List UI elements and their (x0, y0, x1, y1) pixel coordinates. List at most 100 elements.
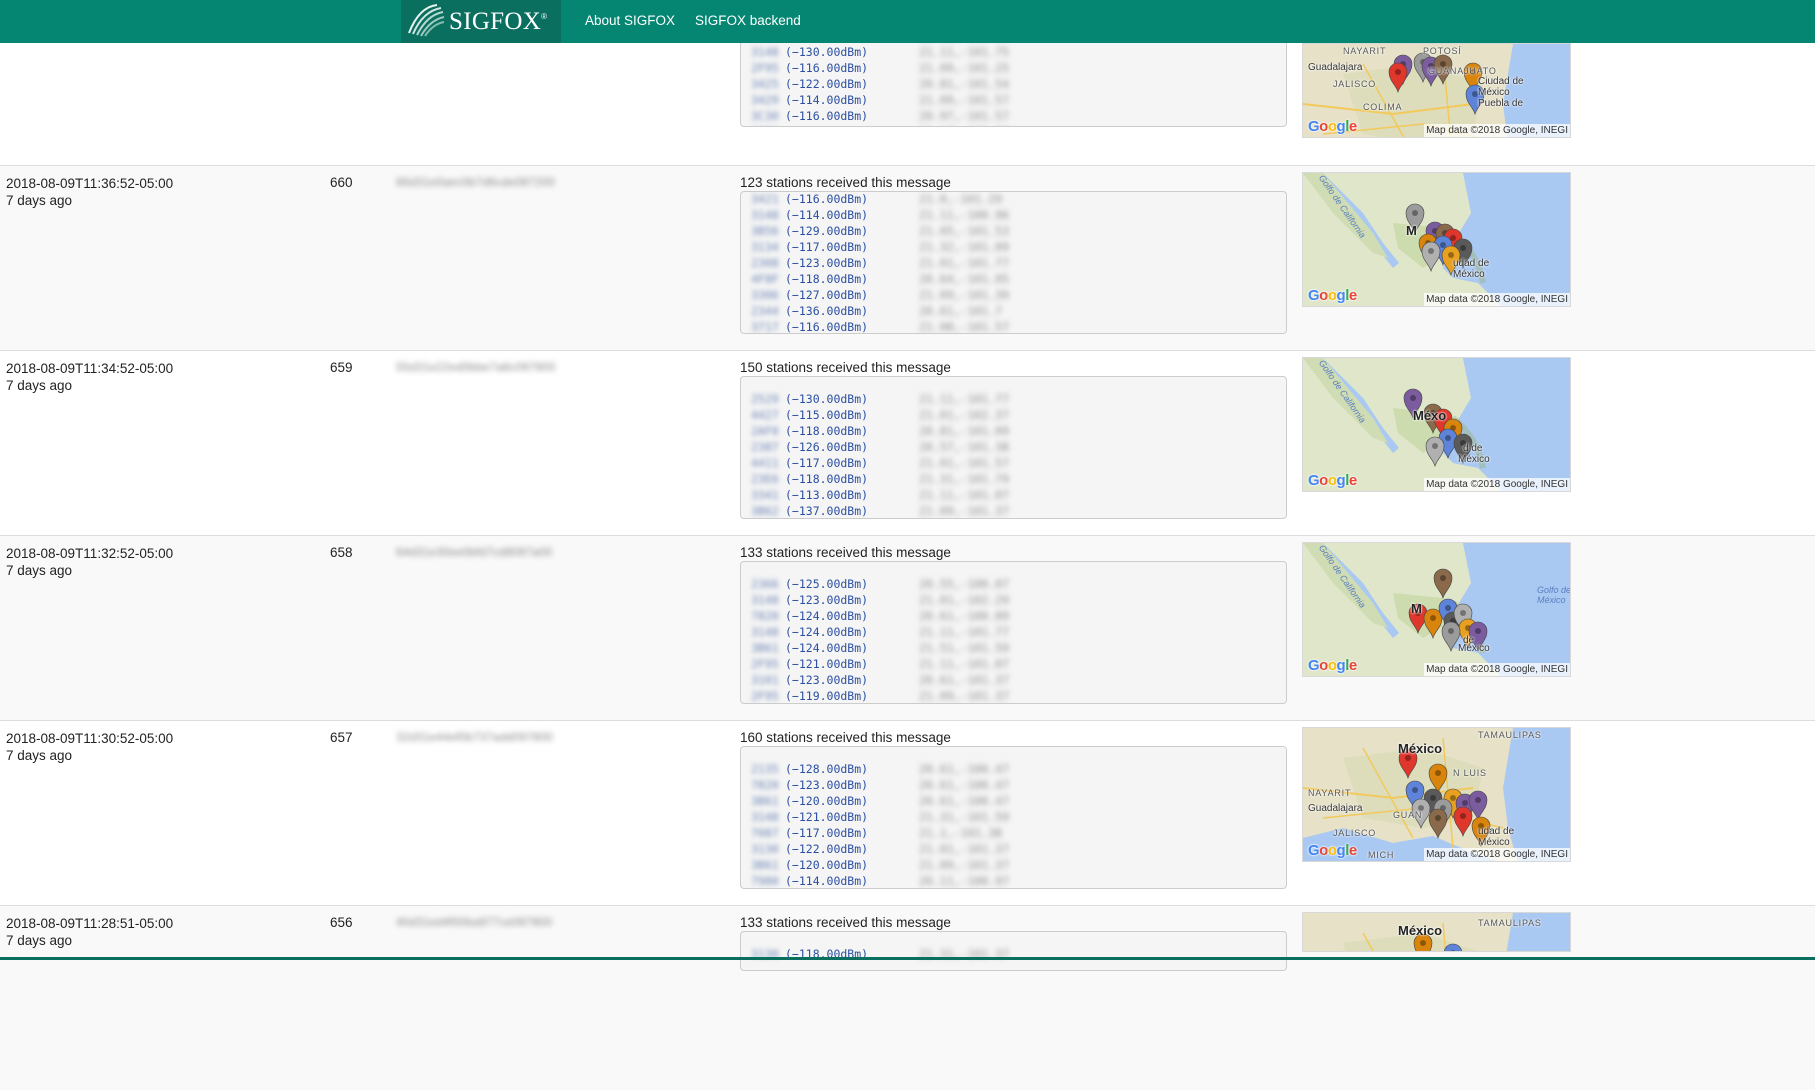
station-id: 3101 (751, 673, 779, 687)
station-rssi: (−118.00dBm) (785, 424, 869, 438)
google-logo-letter: o (1319, 287, 1328, 304)
map-attribution[interactable]: Map data ©2018 Google, INEGI (1424, 848, 1570, 861)
stations-list-box[interactable]: 2366 (−125.00dBm) 20.55,-100.07 3148 (−123.0… (740, 561, 1287, 704)
map-attribution[interactable]: Map data ©2018 Google, INEGI (1424, 663, 1570, 676)
station-coordinates: 21.08,-101.57 (919, 320, 1010, 334)
station-id: 2387 (751, 440, 779, 454)
map-place-label: Puebla de (1478, 98, 1524, 109)
station-rssi: (−113.00dBm) (785, 488, 869, 502)
map-place-label: udad de (1478, 826, 1515, 837)
map-place-label: Ciudad de (1478, 76, 1524, 87)
google-logo[interactable]: Google (1308, 657, 1357, 674)
google-logo-letter: g (1336, 287, 1346, 304)
station-entry: 3B61 (−120.00dBm) 21.09,-101.37 (741, 857, 1286, 873)
station-id: 3148 (751, 208, 779, 222)
station-coordinates: 21.11,-101.77 (919, 392, 1010, 406)
station-rssi: (−114.00dBm) (785, 208, 869, 222)
nav-about-sigfox[interactable]: About SIGFOX (585, 13, 675, 28)
station-map[interactable]: Golfo de California Mudad de México Google M… (1302, 172, 1571, 307)
map-place-label: d de (1463, 443, 1483, 454)
station-id: 3B61 (751, 858, 779, 872)
google-logo-letter: o (1327, 657, 1337, 674)
map-place-label: POTOSÍ (1423, 46, 1462, 56)
station-map[interactable]: NAYARIT POTOSÍ Guadalajara GUANAJUATO JALISC… (1302, 43, 1571, 138)
google-logo-letter: g (1336, 118, 1346, 135)
station-entry: 3148 (−124.00dBm) 21.11,-101.77 (741, 624, 1286, 640)
station-id: 7820 (751, 778, 779, 792)
station-rssi: (−117.00dBm) (785, 456, 869, 470)
station-id: 3DF1 (751, 124, 779, 126)
station-entry: 3717 (−116.00dBm) 21.08,-101.57 (741, 319, 1286, 334)
station-rssi: (−136.00dBm) (785, 304, 869, 318)
station-map[interactable]: México TAMAULIPAS NAYARIT N LUIS Guadalajara… (1302, 727, 1571, 862)
stations-list-box[interactable]: 3421 (−116.00dBm) 21.0,-101.29 3148 (−114.00… (740, 191, 1287, 334)
message-timestamp: 2018-08-09T11:30:52-05:00 (6, 731, 174, 746)
map-place-label: Guadalajara (1308, 62, 1363, 73)
station-entry: 2F95 (−121.00dBm) 21.11,-101.07 (741, 656, 1286, 672)
station-id: 2529 (751, 392, 779, 406)
map-place-label: TAMAULIPAS (1478, 918, 1542, 928)
stations-count-label: 150 stations received this message (740, 360, 951, 375)
station-rssi: (−122.00dBm) (785, 77, 869, 91)
station-coordinates: 21.31,-101.79 (919, 472, 1010, 486)
station-coordinates: 21.09,-101.25 (919, 61, 1010, 75)
station-rssi: (−123.00dBm) (785, 593, 869, 607)
station-entry: 2308 (−123.00dBm) 21.01,-101.77 (741, 255, 1286, 271)
station-map[interactable]: Golfo de California Golfo de México Mde Méxi… (1302, 542, 1571, 677)
stations-list-box[interactable]: 3130 (−118.00dBm) 21.31,-101.37 (740, 931, 1287, 971)
station-id: 4427 (751, 408, 779, 422)
map-place-label: NAYARIT (1308, 788, 1352, 798)
station-coordinates: 21.09,-101.57 (919, 93, 1010, 107)
map-place-label: M (1406, 223, 1417, 238)
station-coordinates: 20.97,-101.57 (919, 109, 1010, 123)
google-logo-letter: G (1308, 118, 1320, 135)
station-rssi: (−121.00dBm) (785, 657, 869, 671)
sequence-number: 659 (330, 360, 353, 375)
payload-data: 64d31e30ee0bfd7cd8097a00 (396, 545, 553, 559)
station-entry: 3101 (−123.00dBm) 20.61,-101.37 (741, 672, 1286, 688)
map-place-label: México (1458, 643, 1490, 654)
google-logo-letter: e (1348, 657, 1357, 674)
station-entry: 4427 (−115.00dBm) 21.01,-102.37 (741, 407, 1286, 423)
station-rssi: (−116.00dBm) (785, 61, 869, 75)
station-rssi: (−114.00dBm) (785, 124, 868, 126)
map-attribution[interactable]: Map data ©2018 Google, INEGI (1424, 293, 1570, 306)
brand-logo-link[interactable]: SIGFOX ® (401, 0, 561, 43)
station-entry: 2366 (−125.00dBm) 20.55,-100.07 (741, 576, 1286, 592)
station-id: 4F8F (751, 272, 779, 286)
station-rssi: (−129.00dBm) (785, 224, 869, 238)
station-coordinates: 20.61,-100.47 (919, 778, 1010, 792)
station-entry: 3421 (−116.00dBm) 21.0,-101.29 (741, 192, 1286, 207)
google-logo[interactable]: Google (1308, 118, 1357, 135)
google-logo-letter: G (1308, 287, 1320, 304)
station-id: 3341 (751, 488, 779, 502)
google-logo[interactable]: Google (1308, 287, 1357, 304)
google-logo[interactable]: Google (1308, 842, 1357, 859)
google-logo-letter: o (1319, 657, 1328, 674)
map-place-label: México (1398, 923, 1443, 938)
station-map[interactable]: México TAMAULIPAS (1302, 912, 1571, 952)
stations-list-box[interactable]: 2529 (−130.00dBm) 21.11,-101.77 4427 (−115.0… (740, 376, 1287, 519)
stations-list-box[interactable]: 2135 (−128.00dBm) 20.61,-100.47 7820 (−123.0… (740, 746, 1287, 889)
nav-sigfox-backend[interactable]: SIGFOX backend (695, 13, 801, 28)
map-attribution[interactable]: Map data ©2018 Google, INEGI (1424, 478, 1570, 491)
station-rssi: (−122.00dBm) (785, 842, 869, 856)
station-id: 3421 (751, 192, 779, 206)
message-timestamp: 2018-08-09T11:32:52-05:00 (6, 546, 174, 561)
map-attribution[interactable]: Map data ©2018 Google, INEGI (1424, 124, 1570, 137)
station-id: 3148 (751, 45, 779, 59)
station-id: 2308 (751, 256, 779, 270)
payload-data: 40d31ed4f00ba977ce097800 (396, 915, 553, 929)
station-coordinates: 20.81,-101.54 (919, 77, 1010, 91)
google-logo[interactable]: Google (1308, 472, 1357, 489)
station-coordinates: 20.61,-101.37 (919, 673, 1010, 687)
map-place-label: MICH (1368, 850, 1395, 860)
station-entry: 3B61 (−120.00dBm) 20.61,-100.47 (741, 793, 1286, 809)
station-rssi: (−116.00dBm) (785, 192, 869, 206)
station-entry: 3306 (−127.00dBm) 21.09,-101.39 (741, 287, 1286, 303)
station-coordinates: 21.32,-101.09 (919, 240, 1010, 254)
station-entry: 3341 (−113.00dBm) 21.11,-101.07 (741, 487, 1286, 503)
stations-count-label: 133 stations received this message (740, 915, 951, 930)
station-id: 2366 (751, 577, 779, 591)
station-map[interactable]: Golfo de California Méxo d de México Google M… (1302, 357, 1571, 492)
